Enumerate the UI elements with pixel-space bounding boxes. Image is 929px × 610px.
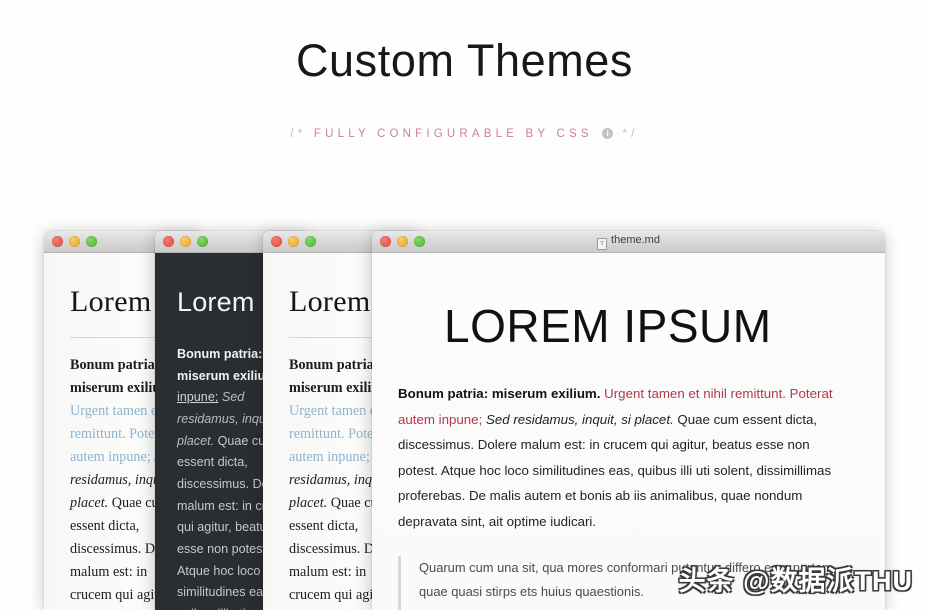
paragraph-link[interactable]: inpune; <box>177 390 218 404</box>
close-button[interactable] <box>380 236 391 247</box>
paragraph-italic: Sed residamus, inquit, si placet. <box>485 411 674 427</box>
zoom-button[interactable] <box>197 236 208 247</box>
close-button[interactable] <box>52 236 63 247</box>
traffic-lights <box>380 236 425 247</box>
titlebar[interactable]: Ttheme.md <box>372 231 885 253</box>
minimize-button[interactable] <box>397 236 408 247</box>
subtitle-close-delimiter: */ <box>622 128 639 140</box>
zoom-button[interactable] <box>305 236 316 247</box>
document-blockquote: Quarum cum una sit, qua mores conformari… <box>398 556 843 610</box>
page-subtitle: /* FULLY CONFIGURABLE BY CSS i */ <box>0 128 929 140</box>
traffic-lights <box>163 236 208 247</box>
close-button[interactable] <box>163 236 174 247</box>
minimize-button[interactable] <box>180 236 191 247</box>
blockquote-line-1: Quarum cum una sit, qua mores conformari… <box>419 560 837 600</box>
traffic-lights <box>271 236 316 247</box>
paragraph-bold-lead: Bonum patria: miserum exilium. <box>398 386 601 401</box>
document-heading: LOREM IPSUM <box>444 300 772 352</box>
close-button[interactable] <box>271 236 282 247</box>
window-title: Ttheme.md <box>372 234 885 250</box>
minimize-button[interactable] <box>288 236 299 247</box>
page-title: Custom Themes <box>295 35 634 86</box>
paragraph-rest: Quae cum essent dicta, discessimus. Dole… <box>398 411 832 529</box>
minimize-button[interactable] <box>69 236 80 247</box>
info-icon[interactable]: i <box>602 128 614 139</box>
zoom-button[interactable] <box>414 236 425 247</box>
subtitle-text: FULLY CONFIGURABLE BY CSS <box>313 128 593 140</box>
document-icon: T <box>597 237 608 250</box>
window-title-text: theme.md <box>611 233 660 246</box>
page-root: Custom Themes /* FULLY CONFIGURABLE BY C… <box>0 0 929 610</box>
window-content: LOREM IPSUM Bonum patria: miserum exiliu… <box>372 253 885 610</box>
traffic-lights <box>52 236 97 247</box>
zoom-button[interactable] <box>86 236 97 247</box>
document-paragraph: Bonum patria: miserum exilium. Urgent ta… <box>398 381 843 534</box>
subtitle-open-delimiter: /* <box>290 128 307 140</box>
window-front-4[interactable]: Ttheme.md LOREM IPSUM Bonum patria: mise… <box>372 231 885 610</box>
